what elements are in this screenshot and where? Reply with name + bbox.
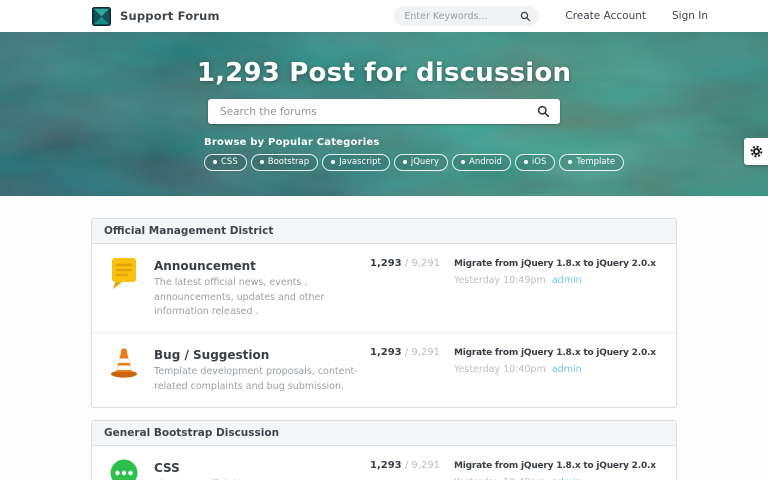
bullet-dot-icon (403, 160, 407, 164)
forum-row-css: CSS The latest official news, events , a… (92, 446, 676, 480)
hero-title: 1,293 Post for discussion (0, 32, 768, 88)
forum-title-link[interactable]: CSS (154, 461, 180, 475)
section-header: Official Management District (92, 219, 676, 244)
sign-in-link[interactable]: Sign In (672, 10, 708, 22)
pill-label: jQuery (411, 157, 439, 167)
browse-label: Browse by Popular Categories (204, 137, 564, 148)
forum-section-bootstrap: General Bootstrap Discussion CSS The lat… (91, 420, 677, 480)
forum-description: Template development proposals, content-… (154, 365, 358, 394)
posts-count: 1,293 (370, 347, 402, 358)
forum-stats: 1,293 / 9,291 (370, 255, 440, 320)
create-account-link[interactable]: Create Account (565, 10, 646, 22)
bullet-dot-icon (331, 160, 335, 164)
latest-post-link[interactable]: Migrate from jQuery 1.8.x to jQuery 2.0.… (454, 347, 662, 360)
latest-post-author-link[interactable]: admin (552, 477, 582, 480)
forum-row-bug-suggestion: Bug / Suggestion Template development pr… (92, 333, 676, 406)
category-pill-bootstrap[interactable]: Bootstrap (251, 154, 318, 171)
sticky-note-icon (106, 255, 142, 291)
category-pill-css[interactable]: CSS (204, 154, 247, 171)
pill-label: Javascript (339, 157, 381, 167)
brand-name: Support Forum (120, 9, 220, 23)
latest-post: Migrate from jQuery 1.8.x to jQuery 2.0.… (454, 255, 662, 320)
latest-post-link[interactable]: Migrate from jQuery 1.8.x to jQuery 2.0.… (454, 460, 662, 473)
category-pills: CSS Bootstrap Javascript jQuery Android … (204, 154, 564, 171)
bullet-dot-icon (461, 160, 465, 164)
posts-count: 1,293 (370, 460, 402, 471)
traffic-cone-icon (106, 344, 142, 380)
pill-label: iOS (532, 157, 546, 167)
category-pill-template[interactable]: Template (559, 154, 624, 171)
forum-list: Official Management District Announcemen… (0, 196, 768, 480)
forum-section-official: Official Management District Announcemen… (91, 218, 677, 408)
forum-title-link[interactable]: Announcement (154, 259, 256, 273)
gear-icon (750, 145, 763, 158)
navbar-search (394, 6, 539, 26)
bullet-dot-icon (524, 160, 528, 164)
forum-search-input[interactable] (208, 99, 560, 124)
total-count: 9,291 (411, 460, 440, 471)
forum-title-link[interactable]: Bug / Suggestion (154, 348, 269, 362)
brand-logo-icon[interactable] (92, 7, 111, 26)
bullet-dot-icon (260, 160, 264, 164)
forum-search (208, 99, 560, 124)
pill-label: Bootstrap (268, 157, 309, 167)
stats-separator: / (405, 258, 408, 269)
latest-post-link[interactable]: Migrate from jQuery 1.8.x to jQuery 2.0.… (454, 258, 662, 271)
latest-post: Migrate from jQuery 1.8.x to jQuery 2.0.… (454, 344, 662, 394)
latest-post-time: Yesterday 10:49pm (454, 275, 546, 286)
pill-label: Template (576, 157, 615, 167)
stats-separator: / (405, 460, 408, 471)
forum-stats: 1,293 / 9,291 (370, 344, 440, 394)
stats-separator: / (405, 347, 408, 358)
latest-post-time: Yesterday 10:40pm (454, 364, 546, 375)
chat-bubble-icon (106, 457, 142, 480)
settings-button[interactable] (744, 138, 768, 165)
posts-count: 1,293 (370, 258, 402, 269)
total-count: 9,291 (411, 258, 440, 269)
pill-label: CSS (221, 157, 238, 167)
bullet-dot-icon (568, 160, 572, 164)
latest-post-time: Yesterday 10:49pm (454, 477, 546, 480)
latest-post-author-link[interactable]: admin (552, 364, 582, 375)
latest-post: Migrate from jQuery 1.8.x to jQuery 2.0.… (454, 457, 662, 480)
forum-description: The latest official news, events , annou… (154, 276, 358, 320)
hero-banner: 1,293 Post for discussion Browse by Popu… (0, 32, 768, 196)
browse-categories: Browse by Popular Categories CSS Bootstr… (204, 137, 564, 171)
total-count: 9,291 (411, 347, 440, 358)
section-header: General Bootstrap Discussion (92, 421, 676, 446)
latest-post-author-link[interactable]: admin (552, 275, 582, 286)
category-pill-jquery[interactable]: jQuery (394, 154, 448, 171)
navbar-search-input[interactable] (404, 11, 520, 22)
category-pill-ios[interactable]: iOS (515, 154, 555, 171)
search-icon[interactable] (520, 11, 531, 22)
category-pill-android[interactable]: Android (452, 154, 511, 171)
category-pill-javascript[interactable]: Javascript (322, 154, 390, 171)
forum-stats: 1,293 / 9,291 (370, 457, 440, 480)
forum-row-announcement: Announcement The latest official news, e… (92, 244, 676, 333)
bullet-dot-icon (213, 160, 217, 164)
top-navbar: Support Forum Create Account Sign In (0, 0, 768, 32)
pill-label: Android (469, 157, 502, 167)
search-icon[interactable] (537, 105, 550, 118)
